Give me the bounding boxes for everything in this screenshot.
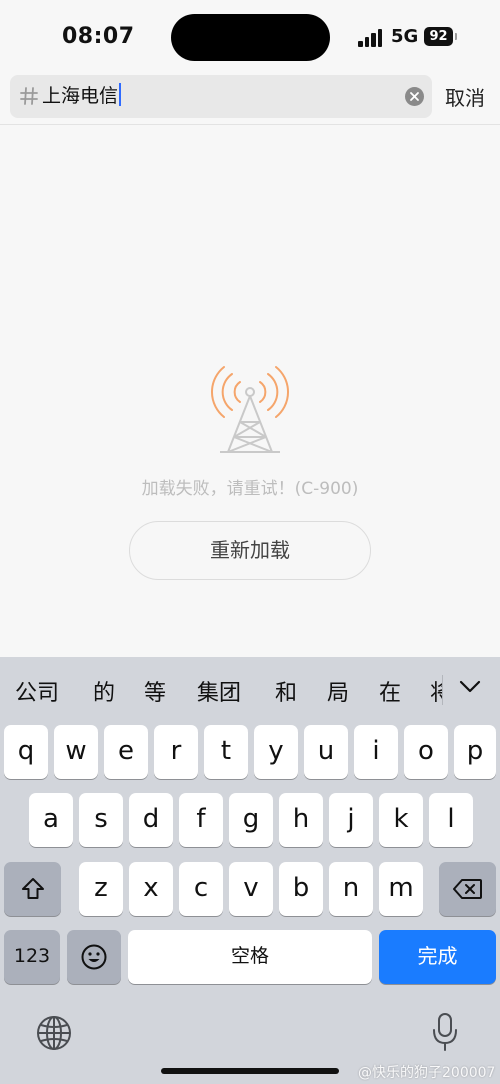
key-p[interactable]: p <box>454 725 496 779</box>
key-x[interactable]: x <box>129 862 173 916</box>
signal-tower-icon <box>210 362 290 456</box>
backspace-key[interactable] <box>439 862 496 916</box>
key-l[interactable]: l <box>429 793 473 847</box>
key-b[interactable]: b <box>279 862 323 916</box>
key-d[interactable]: d <box>129 793 173 847</box>
status-bar: 08:07 5G 92 <box>0 0 500 72</box>
suggestion-item[interactable]: 等 <box>144 675 166 707</box>
backspace-icon <box>452 879 482 899</box>
emoji-key[interactable] <box>67 930 121 984</box>
emoji-icon <box>81 944 107 970</box>
clear-search-icon[interactable] <box>405 87 424 106</box>
cellular-signal-icon <box>358 29 384 47</box>
done-key[interactable]: 完成 <box>379 930 496 984</box>
chevron-down-icon[interactable] <box>457 673 483 699</box>
key-e[interactable]: e <box>104 725 148 779</box>
text-caret <box>119 83 122 106</box>
space-key[interactable]: 空格 <box>128 930 372 984</box>
suggestion-item[interactable]: 将 <box>430 675 442 707</box>
suggestion-item[interactable]: 局 <box>327 675 349 707</box>
home-indicator <box>161 1068 339 1074</box>
suggestion-bar: 公司 的 等 集团 和 局 在 将 <box>0 657 500 719</box>
key-i[interactable]: i <box>354 725 398 779</box>
microphone-icon[interactable] <box>431 1012 459 1052</box>
key-r[interactable]: r <box>154 725 198 779</box>
key-o[interactable]: o <box>404 725 448 779</box>
battery-icon: 92 <box>424 27 453 46</box>
shift-key[interactable] <box>4 862 61 916</box>
numbers-key[interactable]: 123 <box>4 930 60 984</box>
key-g[interactable]: g <box>229 793 273 847</box>
cancel-button[interactable]: 取消 <box>445 82 485 111</box>
suggestion-divider <box>442 675 443 705</box>
suggestion-item[interactable]: 在 <box>379 675 401 707</box>
key-m[interactable]: m <box>379 862 423 916</box>
suggestion-list: 公司 的 等 集团 和 局 在 将 <box>0 657 442 719</box>
key-n[interactable]: n <box>329 862 373 916</box>
key-a[interactable]: a <box>29 793 73 847</box>
suggestion-item[interactable]: 公司 <box>15 675 59 707</box>
key-s[interactable]: s <box>79 793 123 847</box>
watermark: @快乐的狗子200007 <box>358 1065 496 1081</box>
header-divider <box>0 124 500 125</box>
key-k[interactable]: k <box>379 793 423 847</box>
dynamic-island <box>171 14 330 61</box>
key-u[interactable]: u <box>304 725 348 779</box>
key-f[interactable]: f <box>179 793 223 847</box>
keyboard: 公司 的 等 集团 和 局 在 将 q w e r t y u i o p a … <box>0 657 500 1084</box>
key-h[interactable]: h <box>279 793 323 847</box>
shift-icon <box>21 878 44 899</box>
suggestion-item[interactable]: 集团 <box>197 675 241 707</box>
key-t[interactable]: t <box>204 725 248 779</box>
key-v[interactable]: v <box>229 862 273 916</box>
key-y[interactable]: y <box>254 725 298 779</box>
status-time: 08:07 <box>62 24 135 49</box>
key-q[interactable]: q <box>4 725 48 779</box>
search-box[interactable]: 上海电信 <box>10 75 432 118</box>
key-c[interactable]: c <box>179 862 223 916</box>
key-z[interactable]: z <box>79 862 123 916</box>
reload-button[interactable]: 重新加载 <box>129 521 371 580</box>
error-message: 加载失败，请重试！(C-900) <box>141 479 359 499</box>
suggestion-item[interactable]: 的 <box>93 675 115 707</box>
hash-icon <box>18 84 40 108</box>
search-input[interactable]: 上海电信 <box>42 83 372 110</box>
suggestion-item[interactable]: 和 <box>275 675 297 707</box>
search-input-text: 上海电信 <box>42 85 119 107</box>
globe-icon[interactable] <box>35 1014 73 1052</box>
network-type: 5G <box>391 26 419 47</box>
key-w[interactable]: w <box>54 725 98 779</box>
battery-cap <box>455 33 457 40</box>
key-j[interactable]: j <box>329 793 373 847</box>
